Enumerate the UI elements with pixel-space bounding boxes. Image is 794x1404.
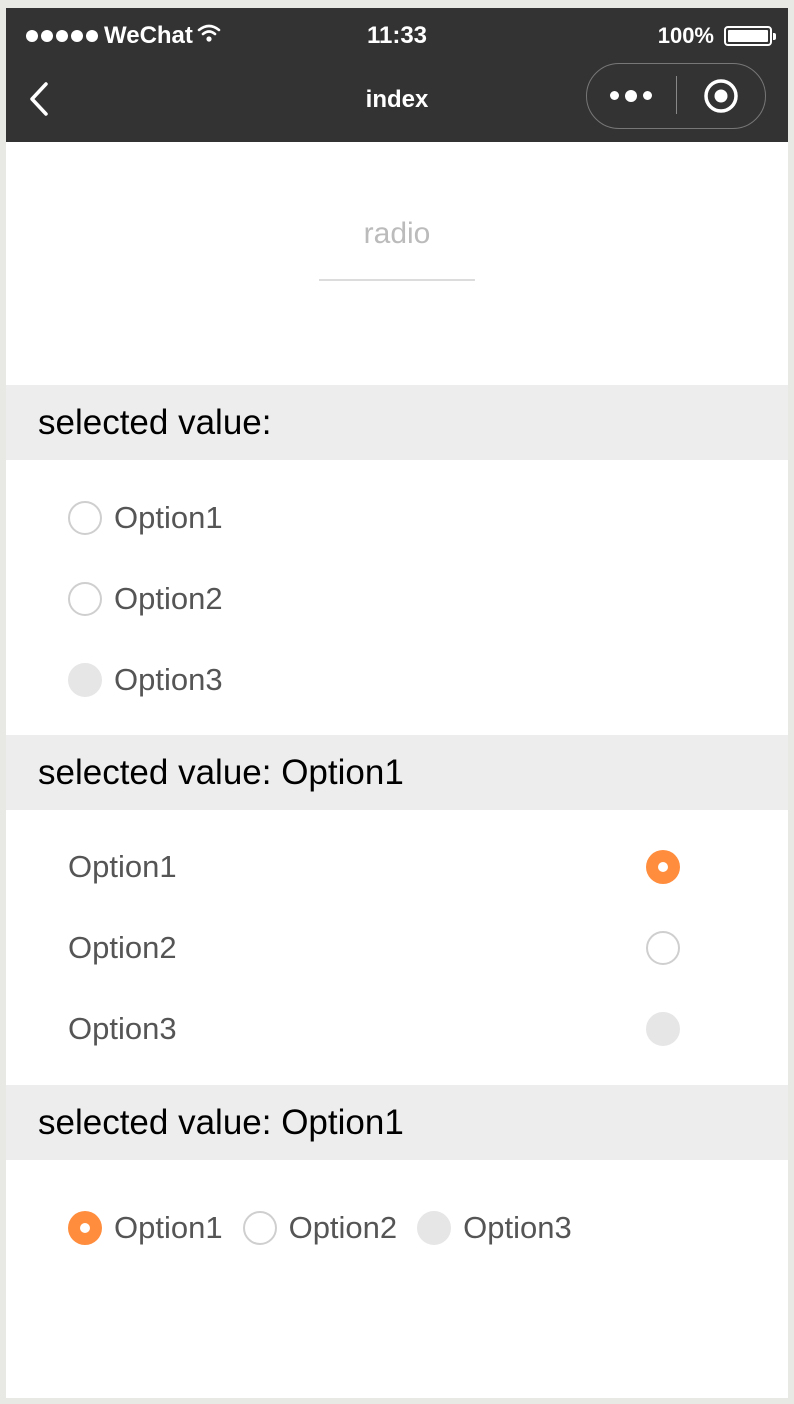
option-label: Option2: [288, 1210, 398, 1245]
page-title: radio: [363, 217, 431, 250]
option-label: Option2: [68, 930, 177, 965]
more-icon[interactable]: [587, 64, 675, 127]
option-label: Option1: [68, 849, 177, 884]
option-label: Option2: [114, 581, 223, 616]
radio-inline-group: Option1 Option2 Option3: [68, 1206, 592, 1250]
radio-option-2[interactable]: Option2: [68, 577, 223, 621]
option-label: Option3: [463, 1210, 572, 1245]
radio-circle-checked[interactable]: [68, 1211, 102, 1245]
radio-inline-option-2[interactable]: Option2: [242, 1210, 398, 1246]
radio-circle-disabled: [646, 1012, 680, 1046]
status-battery: 100%: [657, 16, 776, 56]
battery-icon: [724, 26, 776, 46]
radio-list-row-2[interactable]: Option2: [68, 926, 680, 970]
radio-circle[interactable]: [68, 501, 102, 535]
radio-option-1[interactable]: Option1: [68, 496, 223, 540]
option-label: Option3: [114, 662, 223, 697]
radio-circle[interactable]: [242, 1211, 277, 1245]
radio-circle[interactable]: [68, 582, 102, 616]
radio-list-row-3: Option3: [68, 1007, 680, 1051]
radio-circle-checked[interactable]: [646, 850, 680, 884]
title-underline: [319, 279, 475, 281]
phone-screen: WeChat 11:33 100% index radio selected v…: [6, 8, 788, 1398]
section-header-2: selected value: Option1: [6, 735, 788, 810]
top-bar: WeChat 11:33 100% index: [6, 8, 788, 142]
radio-circle-disabled: [68, 663, 102, 697]
radio-circle[interactable]: [646, 931, 680, 965]
menu-capsule: [586, 63, 766, 129]
option-label: Option3: [68, 1011, 177, 1046]
section-header-3: selected value: Option1: [6, 1085, 788, 1160]
close-mini-program-icon[interactable]: [677, 64, 765, 127]
radio-option-3: Option3: [68, 658, 223, 702]
section-header-1: selected value:: [6, 385, 788, 460]
radio-circle-disabled: [417, 1211, 452, 1245]
radio-inline-option-1[interactable]: Option1: [68, 1210, 223, 1246]
radio-inline-option-3: Option3: [417, 1210, 572, 1246]
option-label: Option1: [114, 1210, 223, 1245]
option-label: Option1: [114, 500, 223, 535]
battery-label: 100%: [657, 23, 714, 48]
radio-list-row-1[interactable]: Option1: [68, 845, 680, 889]
